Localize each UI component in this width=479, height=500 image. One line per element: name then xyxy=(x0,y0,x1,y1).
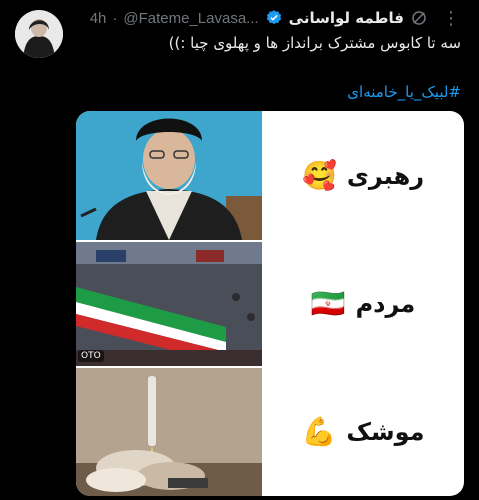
media-row-label: 🇮🇷 مردم xyxy=(262,242,464,366)
verified-badge-icon[interactable] xyxy=(265,9,283,27)
media-row-label: 💪 موشک xyxy=(262,368,464,496)
leader-photo xyxy=(76,111,262,240)
iran-flag-emoji: 🇮🇷 xyxy=(310,287,346,320)
photo-watermark: OTO xyxy=(78,350,104,362)
more-options-icon[interactable]: ⋮ xyxy=(442,8,461,29)
media-row-label: 🥰 رهبری xyxy=(262,111,464,240)
smiling-hearts-emoji: 🥰 xyxy=(301,158,337,192)
hashtag-link[interactable]: #لبیک_یا_خامنه‌ای xyxy=(347,83,461,101)
author-avatar[interactable] xyxy=(15,10,63,58)
separator-dot: · xyxy=(112,9,118,27)
avatar-portrait xyxy=(15,10,63,58)
slashed-circle-icon[interactable] xyxy=(410,9,428,27)
tweet-header: 4h · @Fateme_Lavasa... فاطمه لواسانی ⋮ xyxy=(90,6,461,30)
author-handle[interactable]: @Fateme_Lavasa... xyxy=(123,10,258,27)
label-text: مردم xyxy=(355,290,416,318)
author-display-name[interactable]: فاطمه لواسانی xyxy=(289,9,404,27)
tweet-text: سه تا کابوس مشترک برانداز ها و پهلوی چیا… xyxy=(168,34,461,52)
crowd-photo: OTO xyxy=(76,242,262,366)
label-text: رهبری xyxy=(346,161,425,190)
missile-launch-photo xyxy=(76,368,262,496)
tweet-media[interactable]: 🥰 رهبری OTO 🇮🇷 مردم 💪 موشک xyxy=(76,111,464,496)
post-time[interactable]: 4h xyxy=(90,10,107,27)
label-text: موشک xyxy=(346,418,425,446)
flexed-biceps-emoji: 💪 xyxy=(301,415,337,448)
